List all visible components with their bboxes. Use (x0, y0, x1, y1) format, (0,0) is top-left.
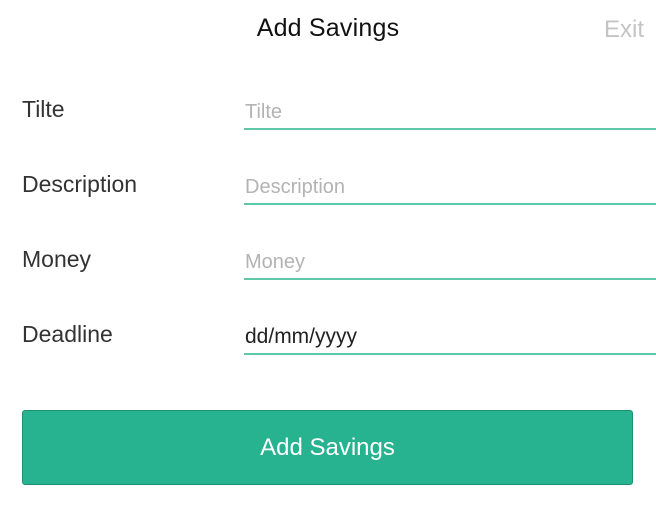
money-row: Money (0, 246, 656, 306)
money-label: Money (22, 246, 92, 272)
description-input[interactable] (244, 171, 656, 205)
exit-button[interactable]: Exit (604, 16, 644, 44)
add-savings-screen: Add Savings Exit Tilte Description Money… (0, 0, 656, 506)
description-label: Description (22, 171, 138, 197)
money-input[interactable] (244, 246, 656, 280)
description-row: Description (0, 171, 656, 231)
title-label: Tilte (22, 96, 65, 122)
deadline-date-input[interactable] (244, 321, 656, 355)
page-title: Add Savings (256, 14, 400, 42)
title-input[interactable] (244, 96, 656, 130)
deadline-label: Deadline (22, 321, 113, 347)
add-savings-button[interactable]: Add Savings (22, 410, 633, 485)
title-row: Tilte (0, 96, 656, 156)
deadline-row: Deadline (0, 321, 656, 381)
